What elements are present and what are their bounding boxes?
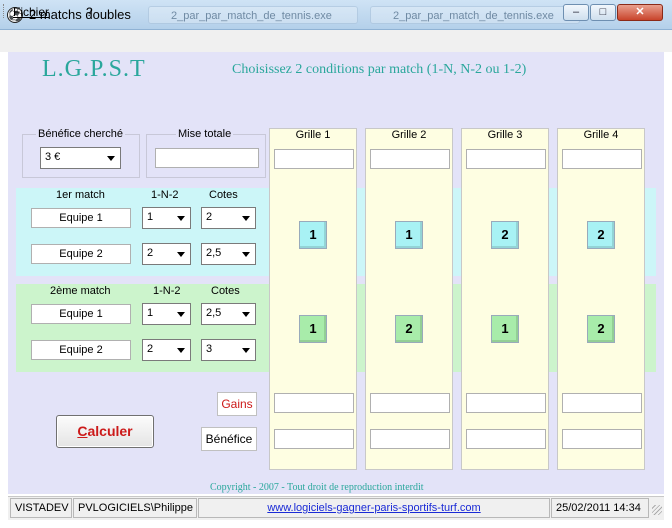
chevron-down-icon bbox=[242, 312, 250, 317]
grille-2-match1-pick: 1 bbox=[395, 221, 423, 249]
grille-4-gains-field[interactable] bbox=[562, 393, 642, 413]
menu-fichier[interactable]: Fichier bbox=[13, 5, 49, 19]
resize-grip-icon[interactable] bbox=[652, 505, 662, 515]
taskbar-ghost: 2_par_par_match_de_tennis.exe bbox=[148, 6, 358, 24]
chevron-down-icon bbox=[177, 312, 185, 317]
grille-4-benefice-field[interactable] bbox=[562, 429, 642, 449]
match1-label: 1er match bbox=[56, 189, 105, 201]
match1-team2-field[interactable]: Equipe 2 bbox=[31, 244, 131, 264]
grille-1-match2-pick: 1 bbox=[299, 315, 327, 343]
maximize-button[interactable]: □ bbox=[590, 4, 616, 21]
match2-team1-pick-select[interactable]: 1 bbox=[142, 303, 191, 325]
chevron-down-icon bbox=[242, 252, 250, 257]
calculate-label: alculer bbox=[87, 423, 133, 439]
match2-col-1n2: 1-N-2 bbox=[153, 285, 181, 297]
close-button[interactable]: ✕ bbox=[617, 4, 663, 21]
copyright-text: Copyright - 2007 - Tout droit de reprodu… bbox=[210, 482, 424, 493]
grille-3-stake-field[interactable] bbox=[466, 149, 546, 169]
menu-grip-icon bbox=[3, 4, 6, 18]
match2-team1-field[interactable]: Equipe 1 bbox=[31, 304, 131, 324]
match1-team1-cote-select[interactable]: 2 bbox=[201, 207, 256, 229]
stake-field[interactable] bbox=[155, 148, 259, 168]
grille-2-title: Grille 2 bbox=[391, 129, 427, 141]
benefit-select[interactable]: 3 € bbox=[40, 147, 121, 169]
chevron-down-icon bbox=[177, 216, 185, 221]
grille-2-panel bbox=[365, 128, 453, 470]
match1-team1-pick-select[interactable]: 1 bbox=[142, 207, 191, 229]
status-user: PVLOGICIELS\Philippe bbox=[73, 498, 197, 518]
taskbar-ghost: 2_par_par_match_de_tennis.exe bbox=[370, 6, 580, 24]
grille-4-panel bbox=[557, 128, 645, 470]
menu-help[interactable]: ? bbox=[86, 5, 93, 19]
brand-title: L.G.P.S.T bbox=[42, 56, 146, 82]
match2-team2-pick: 2 bbox=[147, 343, 154, 355]
match2-col-cotes: Cotes bbox=[211, 285, 240, 297]
match2-team2-cote-select[interactable]: 3 bbox=[201, 339, 256, 361]
grille-4-title: Grille 4 bbox=[583, 129, 619, 141]
grille-4-match2-pick: 2 bbox=[587, 315, 615, 343]
grille-3-panel bbox=[461, 128, 549, 470]
match1-team1-pick: 1 bbox=[147, 211, 154, 223]
grille-1-panel bbox=[269, 128, 357, 470]
instruction-text: Choisissez 2 conditions par match (1-N, … bbox=[232, 62, 527, 77]
calculate-hotkey: C bbox=[77, 423, 88, 439]
stake-label: Mise totale bbox=[176, 128, 234, 140]
match2-team2-field[interactable]: Equipe 2 bbox=[31, 340, 131, 360]
match2-team2-cote: 3 bbox=[206, 343, 213, 355]
match1-team2-pick: 2 bbox=[147, 247, 154, 259]
grille-1-benefice-field[interactable] bbox=[274, 429, 354, 449]
grille-2-match2-pick: 2 bbox=[395, 315, 423, 343]
grille-1-gains-field[interactable] bbox=[274, 393, 354, 413]
benefice-label: Bénéfice bbox=[201, 427, 257, 451]
grille-4-stake-field[interactable] bbox=[562, 149, 642, 169]
menu-bar bbox=[0, 30, 672, 52]
website-link[interactable]: www.logiciels-gagner-paris-sportifs-turf… bbox=[198, 498, 550, 518]
minimize-button[interactable]: ‒ bbox=[563, 4, 589, 21]
grille-2-benefice-field[interactable] bbox=[370, 429, 450, 449]
calculate-button[interactable]: Calculer bbox=[56, 415, 154, 448]
match1-team1-cote: 2 bbox=[206, 211, 213, 223]
status-machine: VISTADEV bbox=[10, 498, 72, 518]
grille-2-gains-field[interactable] bbox=[370, 393, 450, 413]
grille-3-gains-field[interactable] bbox=[466, 393, 546, 413]
match1-team2-pick-select[interactable]: 2 bbox=[142, 243, 191, 265]
benefit-label: Bénéfice cherché bbox=[36, 128, 125, 140]
match2-team2-pick-select[interactable]: 2 bbox=[142, 339, 191, 361]
chevron-down-icon bbox=[242, 348, 250, 353]
match1-team1-field[interactable]: Equipe 1 bbox=[31, 208, 131, 228]
gains-label: Gains bbox=[217, 392, 257, 416]
grille-3-title: Grille 3 bbox=[487, 129, 523, 141]
match2-team1-pick: 1 bbox=[147, 307, 154, 319]
grille-3-match1-pick: 2 bbox=[491, 221, 519, 249]
grille-1-stake-field[interactable] bbox=[274, 149, 354, 169]
match2-team1-cote-select[interactable]: 2,5 bbox=[201, 303, 256, 325]
grille-1-match1-pick: 1 bbox=[299, 221, 327, 249]
grille-1-title: Grille 1 bbox=[295, 129, 331, 141]
grille-2-stake-field[interactable] bbox=[370, 149, 450, 169]
chevron-down-icon bbox=[107, 156, 115, 161]
status-datetime: 25/02/2011 14:34 bbox=[551, 498, 649, 518]
grille-3-match2-pick: 1 bbox=[491, 315, 519, 343]
match1-col-cotes: Cotes bbox=[209, 189, 238, 201]
grille-4-match1-pick: 2 bbox=[587, 221, 615, 249]
match1-team2-cote: 2,5 bbox=[206, 247, 222, 259]
match2-label: 2ème match bbox=[50, 285, 111, 297]
chevron-down-icon bbox=[242, 216, 250, 221]
grille-3-benefice-field[interactable] bbox=[466, 429, 546, 449]
match1-col-1n2: 1-N-2 bbox=[151, 189, 179, 201]
match1-team2-cote-select[interactable]: 2,5 bbox=[201, 243, 256, 265]
match2-team1-cote: 2,5 bbox=[206, 307, 222, 319]
chevron-down-icon bbox=[177, 252, 185, 257]
chevron-down-icon bbox=[177, 348, 185, 353]
benefit-value: 3 € bbox=[45, 151, 61, 163]
